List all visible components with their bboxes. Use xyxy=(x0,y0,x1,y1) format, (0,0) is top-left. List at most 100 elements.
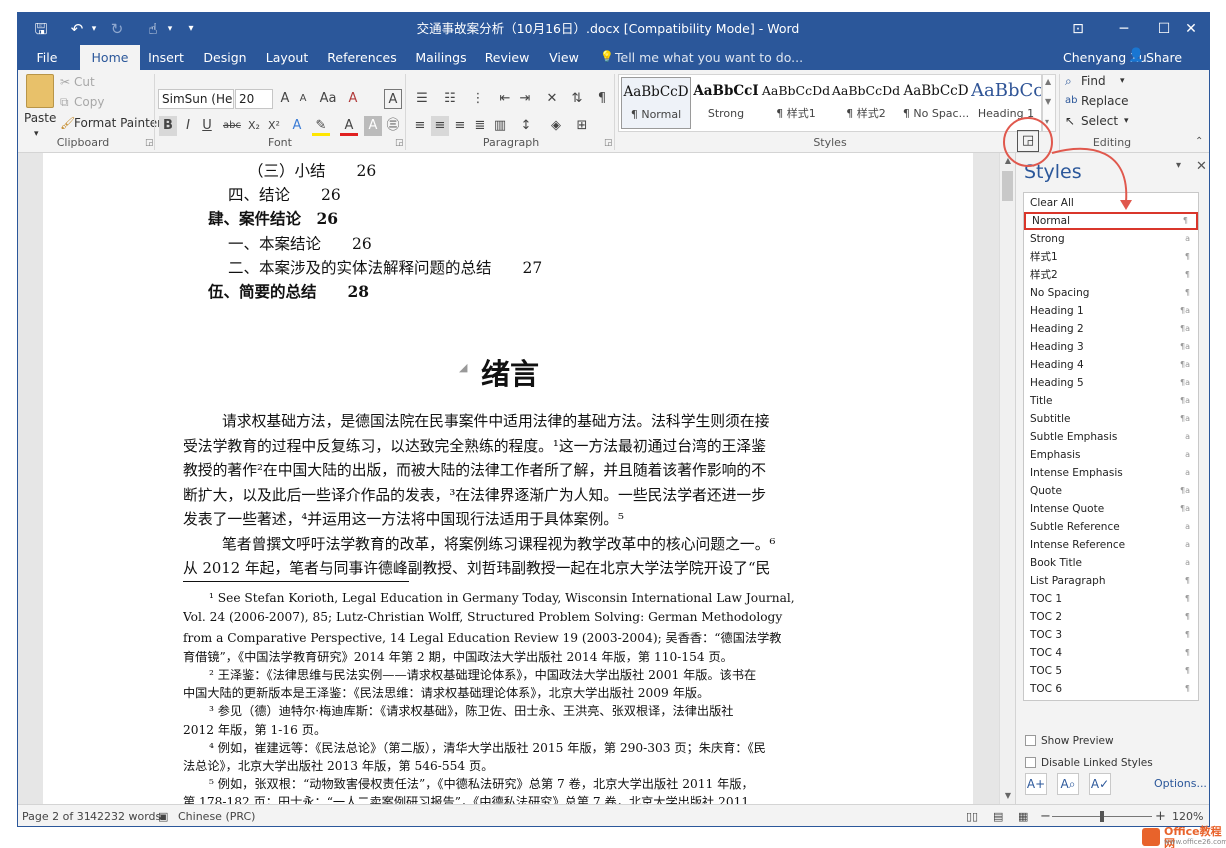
style-item-heading-3[interactable]: Heading 3 ¶a xyxy=(1024,338,1198,356)
character-shading-icon[interactable]: A xyxy=(364,116,382,136)
replace-button[interactable]: Replace xyxy=(1081,91,1128,111)
style-strong[interactable]: AaBbCcI Strong xyxy=(691,77,761,129)
document-page[interactable]: （三）小结 26 四、结论 26 肆、案件结论 26 一、本案结论 26 二、本… xyxy=(43,153,973,804)
style-item-toc-4[interactable]: TOC 4 ¶ xyxy=(1024,644,1198,662)
distributed-icon[interactable]: ▥ xyxy=(491,116,509,136)
font-name-combo[interactable]: SimSun (Hea xyxy=(158,89,234,109)
pane-options-icon[interactable]: ▾ xyxy=(1176,160,1181,171)
bullets-icon[interactable]: ☰ xyxy=(410,89,434,109)
manage-styles-icon[interactable]: A✓ xyxy=(1089,773,1111,795)
style-item-heading-5[interactable]: Heading 5 ¶a xyxy=(1024,374,1198,392)
read-mode-icon[interactable]: ▯▯ xyxy=(966,805,978,826)
find-dropdown-icon[interactable]: ▾ xyxy=(1120,71,1125,91)
grow-font-icon[interactable]: A xyxy=(276,89,294,109)
character-border-icon[interactable]: A xyxy=(384,89,402,109)
strikethrough-button[interactable]: abc xyxy=(221,116,243,136)
scroll-down-icon[interactable]: ▼ xyxy=(1000,788,1016,804)
tab-view[interactable]: View xyxy=(544,45,584,70)
undo-dropdown-icon[interactable]: ▾ xyxy=(88,18,100,40)
style-item-title[interactable]: Title ¶a xyxy=(1024,392,1198,410)
style-item-intense-emphasis[interactable]: Intense Emphasis a xyxy=(1024,464,1198,482)
cut-button[interactable]: Cut xyxy=(74,72,95,92)
style-item-style2[interactable]: 样式2 ¶ xyxy=(1024,266,1198,284)
select-button[interactable]: Select xyxy=(1081,111,1118,131)
style-item-subtitle[interactable]: Subtitle ¶a xyxy=(1024,410,1198,428)
share-button[interactable]: Share xyxy=(1146,45,1182,70)
italic-button[interactable]: I xyxy=(179,116,197,136)
tab-file[interactable]: File xyxy=(28,45,66,70)
font-size-combo[interactable]: 20 xyxy=(235,89,273,109)
line-spacing-icon[interactable]: ↕ xyxy=(514,116,538,136)
touch-mode-icon[interactable]: ☝ xyxy=(142,18,164,40)
style-item-strong[interactable]: Strong a xyxy=(1024,230,1198,248)
styles-options-link[interactable]: Options... xyxy=(1154,777,1207,790)
underline-button[interactable]: U xyxy=(198,116,216,136)
shrink-font-icon[interactable]: A xyxy=(294,89,312,109)
style-item-heading-1[interactable]: Heading 1 ¶a xyxy=(1024,302,1198,320)
collapse-ribbon-icon[interactable]: ⌃ xyxy=(1195,136,1203,147)
style-item-subtle-emphasis[interactable]: Subtle Emphasis a xyxy=(1024,428,1198,446)
paste-icon[interactable] xyxy=(26,74,54,108)
zoom-in-button[interactable]: + xyxy=(1155,805,1166,826)
style-no-spacing[interactable]: AaBbCcD ¶ No Spac... xyxy=(901,77,971,129)
style-item-heading-4[interactable]: Heading 4 ¶a xyxy=(1024,356,1198,374)
superscript-button[interactable]: X² xyxy=(264,116,284,136)
paragraph-launcher-icon[interactable]: ◲ xyxy=(604,138,613,148)
style-item-quote[interactable]: Quote ¶a xyxy=(1024,482,1198,500)
increase-indent-icon[interactable]: ⇥ xyxy=(516,89,534,109)
multilevel-list-icon[interactable]: ⋮ xyxy=(466,89,490,109)
zoom-slider-thumb[interactable] xyxy=(1100,811,1104,822)
zoom-out-button[interactable]: − xyxy=(1040,805,1051,826)
close-button[interactable]: ✕ xyxy=(1168,13,1209,45)
style-item-toc-2[interactable]: TOC 2 ¶ xyxy=(1024,608,1198,626)
ribbon-display-options-icon[interactable]: ⊡ xyxy=(1055,13,1101,45)
decrease-indent-icon[interactable]: ⇤ xyxy=(496,89,514,109)
word-count[interactable]: 42232 words xyxy=(90,805,161,826)
find-button[interactable]: Find xyxy=(1081,71,1106,91)
font-launcher-icon[interactable]: ◲ xyxy=(395,138,404,148)
tab-insert[interactable]: Insert xyxy=(142,45,190,70)
redo-icon[interactable]: ↻ xyxy=(106,18,128,40)
language-status[interactable]: Chinese (PRC) xyxy=(178,805,255,826)
disable-linked-styles-checkbox[interactable]: Disable Linked Styles xyxy=(1025,757,1153,769)
tab-home[interactable]: Home xyxy=(80,45,140,70)
asian-layout-icon[interactable]: ✕ xyxy=(540,89,564,109)
collapse-heading-icon[interactable]: ◢ xyxy=(459,361,467,374)
format-painter-button[interactable]: Format Painter xyxy=(74,113,162,133)
justify-icon[interactable]: ≣ xyxy=(471,116,489,136)
change-case-icon[interactable]: Aa xyxy=(316,89,340,109)
style-item-toc-3[interactable]: TOC 3 ¶ xyxy=(1024,626,1198,644)
show-marks-icon[interactable]: ¶ xyxy=(593,89,611,109)
align-right-icon[interactable]: ≡ xyxy=(451,116,469,136)
save-icon[interactable]: 🖫 xyxy=(30,18,52,40)
touch-dropdown-icon[interactable]: ▾ xyxy=(164,18,176,40)
style-item-style1[interactable]: 样式1 ¶ xyxy=(1024,248,1198,266)
style-item-book-title[interactable]: Book Title a xyxy=(1024,554,1198,572)
style-item-toc-1[interactable]: TOC 1 ¶ xyxy=(1024,590,1198,608)
style-item-heading-2[interactable]: Heading 2 ¶a xyxy=(1024,320,1198,338)
new-style-icon[interactable]: A+ xyxy=(1025,773,1047,795)
tab-layout[interactable]: Layout xyxy=(262,45,312,70)
style-item-list-paragraph[interactable]: List Paragraph ¶ xyxy=(1024,572,1198,590)
zoom-level[interactable]: 120% xyxy=(1172,805,1203,826)
gallery-up-icon[interactable]: ▲ xyxy=(1045,77,1051,86)
highlight-icon[interactable]: ✎ xyxy=(312,116,330,136)
style-2[interactable]: AaBbCcDd ¶ 样式2 xyxy=(831,77,901,129)
align-left-icon[interactable]: ≡ xyxy=(411,116,429,136)
show-preview-checkbox[interactable]: Show Preview xyxy=(1025,735,1114,747)
borders-icon[interactable]: ⊞ xyxy=(570,116,594,136)
bold-button[interactable]: B xyxy=(159,116,177,136)
undo-icon[interactable]: ↶ xyxy=(66,18,88,40)
print-layout-icon[interactable]: ▤ xyxy=(993,805,1003,826)
font-color-icon[interactable]: A xyxy=(340,116,358,136)
enclose-characters-icon[interactable]: ㊂ xyxy=(384,116,402,136)
subscript-button[interactable]: X₂ xyxy=(244,116,264,136)
scroll-thumb[interactable] xyxy=(1002,171,1013,201)
select-dropdown-icon[interactable]: ▾ xyxy=(1124,111,1129,131)
gallery-down-icon[interactable]: ▼ xyxy=(1045,97,1051,106)
style-item-no-spacing[interactable]: No Spacing ¶ xyxy=(1024,284,1198,302)
style-item-emphasis[interactable]: Emphasis a xyxy=(1024,446,1198,464)
page-count[interactable]: Page 2 of 31 xyxy=(22,805,91,826)
styles-launcher-icon[interactable]: ◲ xyxy=(1017,130,1039,152)
style-1[interactable]: AaBbCcDd ¶ 样式1 xyxy=(761,77,831,129)
